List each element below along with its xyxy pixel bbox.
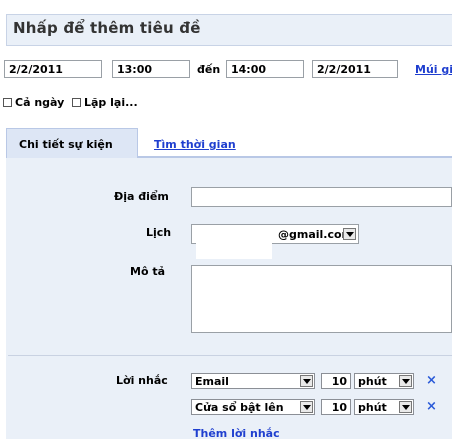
repeat-label: Lặp lại... xyxy=(84,96,138,109)
location-label: Địa điểm xyxy=(114,190,169,203)
timezone-link[interactable]: Múi gi xyxy=(415,63,452,76)
chevron-down-icon xyxy=(343,228,356,240)
all-day-checkbox[interactable] xyxy=(3,98,12,107)
chevron-down-icon xyxy=(399,375,412,387)
event-title-placeholder: Nhấp để thêm tiêu đề xyxy=(13,19,201,37)
reminder-label: Lời nhắc xyxy=(116,374,168,387)
reminder-unit-select[interactable]: phút xyxy=(354,373,414,389)
calendar-value: @gmail.com xyxy=(278,228,354,241)
reminder-type-select[interactable]: Email xyxy=(191,373,315,389)
all-day-label: Cả ngày xyxy=(15,96,65,109)
start-date-field[interactable]: 2/2/2011 xyxy=(4,60,102,78)
tab-event-details[interactable]: Chi tiết sự kiện xyxy=(6,128,138,158)
tab-event-details-label: Chi tiết sự kiện xyxy=(19,138,113,151)
repeat-checkbox[interactable] xyxy=(72,98,81,107)
reminder-amount-input[interactable]: 10 xyxy=(321,373,351,389)
remove-reminder-icon[interactable]: × xyxy=(426,399,437,414)
calendar-label: Lịch xyxy=(146,226,172,239)
to-label: đến xyxy=(197,63,221,76)
description-textarea[interactable] xyxy=(191,265,452,333)
chevron-down-icon xyxy=(300,375,313,387)
location-input[interactable] xyxy=(191,187,452,207)
chevron-down-icon xyxy=(399,401,412,413)
description-label: Mô tả xyxy=(130,265,166,278)
add-reminder-link[interactable]: Thêm lời nhắc xyxy=(193,427,280,440)
redacted-email-block xyxy=(196,229,272,259)
reminder-type-select[interactable]: Cửa sổ bật lên xyxy=(191,399,315,415)
end-date-field[interactable]: 2/2/2011 xyxy=(312,60,398,78)
end-time-field[interactable]: 14:00 xyxy=(226,60,304,78)
remove-reminder-icon[interactable]: × xyxy=(426,373,437,388)
reminder-amount-input[interactable]: 10 xyxy=(321,399,351,415)
divider xyxy=(8,355,452,356)
event-title-input[interactable]: Nhấp để thêm tiêu đề xyxy=(6,14,452,46)
start-time-field[interactable]: 13:00 xyxy=(112,60,190,78)
reminder-unit-select[interactable]: phút xyxy=(354,399,414,415)
chevron-down-icon xyxy=(300,401,313,413)
tab-find-time[interactable]: Tìm thời gian xyxy=(154,138,236,151)
